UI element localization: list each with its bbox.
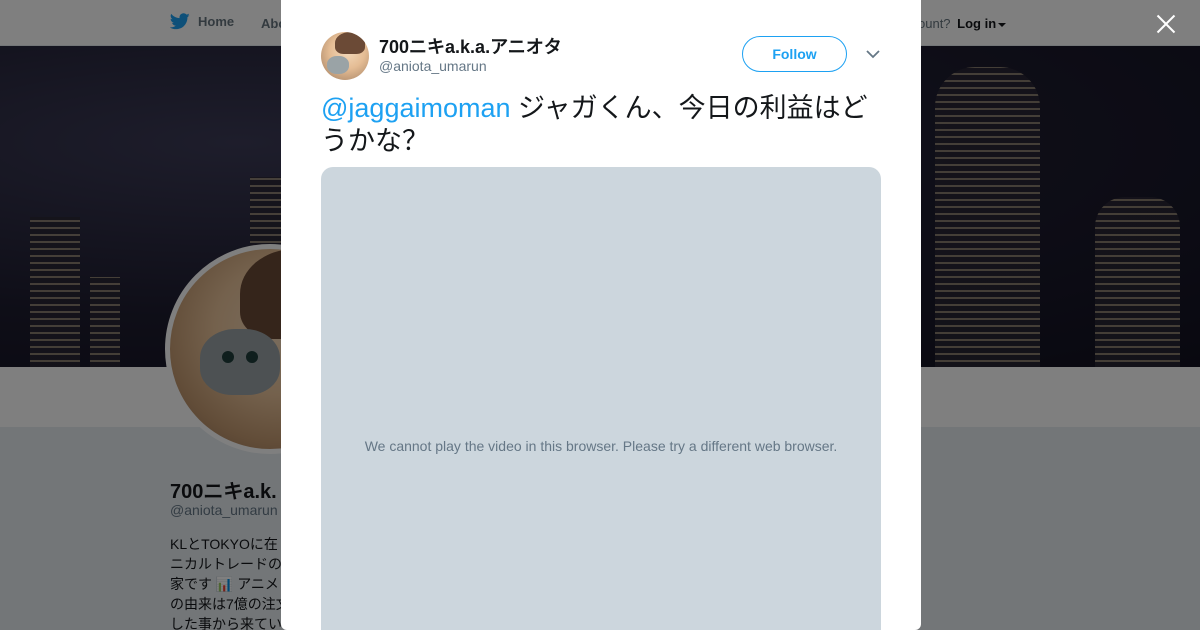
more-options-button[interactable] xyxy=(863,44,883,64)
author-handle[interactable]: @aniota_umarun xyxy=(379,58,487,74)
author-avatar[interactable] xyxy=(321,32,369,80)
mention-link[interactable]: @jaggaimoman xyxy=(321,93,511,123)
video-player[interactable]: We cannot play the video in this browser… xyxy=(321,167,881,630)
video-error-message: We cannot play the video in this browser… xyxy=(364,438,838,454)
tweet-text: @jaggaimoman ジャガくん、今日の利益はどうかな？ xyxy=(321,92,881,158)
author-name[interactable]: 700ニキa.k.a.アニオタ xyxy=(379,33,562,59)
close-icon[interactable] xyxy=(1152,10,1180,38)
follow-button[interactable]: Follow xyxy=(742,36,847,72)
avatar-hair xyxy=(335,32,365,54)
avatar-cat xyxy=(327,56,349,74)
tweet-modal: 700ニキa.k.a.アニオタ @aniota_umarun Follow @j… xyxy=(281,0,921,630)
chevron-down-icon xyxy=(866,50,880,59)
